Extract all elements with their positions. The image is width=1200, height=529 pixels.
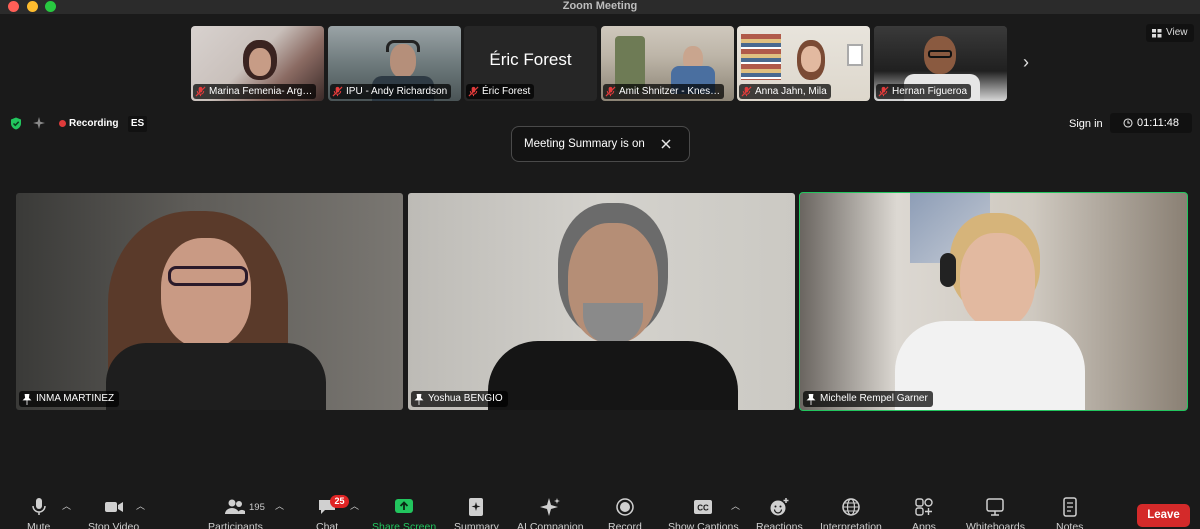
thumbnail-name-label: Hernan Figueroa [876,84,972,99]
grid-icon [1152,28,1162,37]
mic-muted-icon [878,86,889,97]
reactions-button[interactable]: Reactions [756,497,803,529]
whiteboards-button[interactable]: Whiteboards [966,497,1025,529]
thumbnail-name-label: Amit Shnitzer - Knes… [603,84,725,99]
summary-button[interactable]: Summary [454,497,499,529]
share-screen-button[interactable]: Share Screen [372,497,436,529]
title-bar: Zoom Meeting [0,0,1200,14]
interpretation-button[interactable]: Interpretation [820,497,882,529]
recording-dot-icon [59,120,66,127]
thumbnail-tile[interactable]: Éric Forest Éric Forest [464,26,597,101]
video-tile-name: Michelle Rempel Garner [803,391,933,407]
thumbnail-tile[interactable]: Anna Jahn, Mila [737,26,870,101]
shield-check-icon[interactable] [10,117,22,130]
thumbnail-tile[interactable]: Hernan Figueroa [874,26,1007,101]
mute-button[interactable]: Mute [27,497,50,529]
apps-button[interactable]: Apps [912,497,936,529]
microphone-icon [31,498,46,515]
mic-muted-icon [195,86,206,97]
whiteboard-icon [986,498,1005,516]
view-button[interactable]: View [1146,24,1194,42]
mic-muted-icon [605,86,616,97]
show-captions-button[interactable]: CC Show Captions [668,497,739,529]
thumbnail-name-label: IPU - Andy Richardson [330,84,452,99]
thumbnail-tile[interactable]: Marina Femenia- Arg… [191,26,324,101]
chevron-up-icon[interactable]: ︿ [350,502,360,511]
close-icon[interactable] [659,137,673,151]
recording-label[interactable]: Recording [69,117,118,130]
thumbnail-name-label: Marina Femenia- Arg… [193,84,317,99]
video-tile[interactable]: Yoshua BENGIO [408,193,795,410]
pin-icon [806,393,816,405]
video-off-display-name: Éric Forest [489,50,572,69]
participants-icon [225,499,246,514]
ai-sparkle-icon[interactable] [33,117,45,129]
video-tile-name: Yoshua BENGIO [411,391,508,407]
thumbnail-tile[interactable]: IPU - Andy Richardson [328,26,461,101]
thumbnail-name-label: Anna Jahn, Mila [739,84,831,99]
sign-in-link[interactable]: Sign in [1069,117,1103,131]
mic-muted-icon [468,86,479,97]
captions-icon: CC [694,500,713,514]
stop-video-button[interactable]: Stop Video [88,497,139,529]
notes-icon [1062,497,1077,517]
clock-icon [1123,118,1133,128]
ai-sparkle-icon [540,498,561,516]
emoji-icon [770,498,789,516]
record-icon [616,498,634,516]
meeting-timer: 01:11:48 [1110,113,1192,133]
share-screen-icon [395,499,414,513]
notes-button[interactable]: Notes [1056,497,1083,529]
video-camera-icon [104,502,123,512]
video-tile-name: INMA MARTINEZ [19,391,120,407]
pin-icon [414,393,424,405]
record-button[interactable]: Record [608,497,642,529]
chevron-up-icon[interactable]: ︿ [731,502,741,511]
thumbnail-name-label: Éric Forest [466,84,535,99]
video-tile[interactable]: INMA MARTINEZ [16,193,403,410]
meeting-summary-toast: Meeting Summary is on [511,126,690,162]
pin-icon [22,393,32,405]
thumbnail-tile[interactable]: Amit Shnitzer - Knes… [601,26,734,101]
chat-unread-badge: 25 [330,495,349,508]
toast-text: Meeting Summary is on [524,138,645,150]
mic-muted-icon [741,86,752,97]
window-title: Zoom Meeting [562,0,638,12]
svg-text:CC: CC [698,504,710,513]
summary-icon [469,498,484,516]
chevron-right-icon[interactable]: › [1018,52,1034,72]
video-tile-active-speaker[interactable]: Michelle Rempel Garner [799,192,1188,411]
chevron-up-icon[interactable]: ︿ [62,502,72,511]
chevron-up-icon[interactable]: ︿ [275,502,285,511]
participant-count: 195 [249,502,265,513]
ai-companion-button[interactable]: AI Companion [517,497,584,529]
globe-icon [842,498,860,516]
language-badge[interactable]: ES [128,116,147,132]
apps-icon [915,498,933,516]
leave-button[interactable]: Leave [1137,504,1190,527]
mic-muted-icon [332,86,343,97]
chevron-up-icon[interactable]: ︿ [136,502,146,511]
